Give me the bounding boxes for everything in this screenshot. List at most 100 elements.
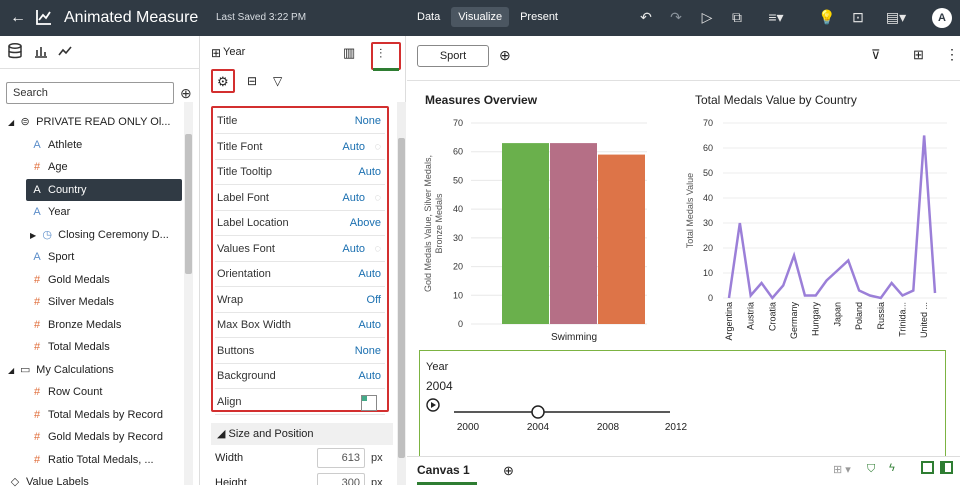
axis-tab-icon[interactable]: ⊟	[247, 74, 257, 88]
property-value[interactable]: None	[355, 108, 381, 134]
property-row[interactable]: Title Font Auto ◌	[215, 134, 385, 160]
property-value[interactable]: Auto	[358, 312, 381, 338]
property-row[interactable]: Max Box Width Auto	[215, 312, 385, 338]
width-input[interactable]: 613	[317, 448, 365, 468]
property-row[interactable]: Wrap Off	[215, 287, 385, 313]
year-slider[interactable]: 2000 2004 2008 2012	[420, 393, 720, 433]
tree-item[interactable]: ▶ ◷ Closing Ceremony D...	[0, 224, 182, 246]
property-value[interactable]: Auto	[358, 363, 381, 389]
panel-left-icon[interactable]	[921, 461, 934, 474]
property-value[interactable]: Auto	[358, 261, 381, 287]
chart-title-measures: Measures Overview	[425, 93, 538, 107]
y-tick-label: 70	[453, 118, 463, 128]
tree-item[interactable]: A Year	[0, 201, 182, 223]
mode-present-tab[interactable]: Present	[513, 7, 565, 27]
more-options-icon[interactable]: ⋮	[945, 46, 959, 63]
property-row[interactable]: Orientation Auto	[215, 261, 385, 287]
tree-item[interactable]: ◢ ▭ My Calculations	[0, 359, 182, 381]
font-reset-icon[interactable]: ◌	[374, 134, 381, 160]
canvas-layout-icon[interactable]: ⊞ ▾	[833, 463, 851, 476]
menu-icon[interactable]: ≡▾	[762, 9, 790, 25]
lightning-icon[interactable]: ϟ	[889, 462, 895, 474]
canvas-tab[interactable]: Canvas 1	[417, 463, 477, 485]
tree-item-label: Value Labels	[26, 476, 89, 488]
tree-item[interactable]: # Gold Medals by Record	[0, 426, 182, 448]
user-avatar[interactable]: A	[932, 8, 952, 28]
expander-icon[interactable]: ◢	[8, 366, 14, 375]
properties-sliders-icon[interactable]: ⫶	[379, 46, 382, 62]
align-grid-icon[interactable]	[361, 394, 377, 411]
height-input[interactable]: 300	[317, 473, 365, 485]
y-tick-label: 40	[453, 204, 463, 214]
property-row[interactable]: Align	[215, 389, 385, 415]
tree-item[interactable]: ◢ ⊜ PRIVATE READ ONLY Ol...	[0, 111, 182, 133]
back-arrow-icon[interactable]: ←	[10, 9, 26, 27]
property-row[interactable]: Values Font Auto ◌	[215, 236, 385, 262]
size-position-section[interactable]: ◢ Size and Position	[211, 423, 393, 445]
mode-data-tab[interactable]: Data	[410, 7, 447, 27]
measures-bar-chart[interactable]: 0 10 20 30 40 50 60 70 Swimming Sport Gold Medals …	[407, 108, 677, 348]
add-data-icon[interactable]: ⊕	[180, 85, 192, 102]
property-value[interactable]: Auto	[342, 236, 365, 262]
tree-item[interactable]: # Age	[0, 156, 182, 178]
y-axis-label: Gold Medals Value, Silver Medals,Bronze …	[423, 155, 444, 292]
preview-icon[interactable]: ⧉	[729, 9, 745, 25]
tree-item[interactable]: # Total Medals by Record	[0, 404, 182, 426]
tree-item[interactable]: # Silver Medals	[0, 291, 182, 313]
property-value[interactable]: None	[355, 338, 381, 364]
property-row[interactable]: Buttons None	[215, 338, 385, 364]
property-row[interactable]: Label Font Auto ◌	[215, 185, 385, 211]
add-canvas-icon[interactable]: ⊕	[503, 463, 514, 479]
save-icon[interactable]: ▤▾	[882, 9, 910, 25]
add-filter-icon[interactable]: ⊕	[499, 47, 511, 64]
sport-filter-pill[interactable]: Sport	[417, 45, 489, 67]
tree-item-label: PRIVATE READ ONLY Ol...	[36, 116, 171, 128]
property-row[interactable]: Title Tooltip Auto	[215, 159, 385, 185]
expander-icon[interactable]: ▶	[30, 231, 36, 240]
font-reset-icon[interactable]: ◌	[374, 236, 381, 262]
tree-item[interactable]: # Gold Medals	[0, 269, 182, 291]
mode-visualize-tab[interactable]: Visualize	[451, 7, 510, 27]
filter-tab-icon[interactable]: ▽	[273, 74, 282, 88]
country-line-chart[interactable]: 0 10 20 30 40 50 60 70 Argentina Austria Croatia Ge…	[677, 108, 957, 348]
tree-item[interactable]: A Country	[26, 178, 182, 201]
property-value[interactable]: Off	[367, 287, 381, 313]
panel-right-icon[interactable]	[940, 461, 953, 474]
left-scrollbar[interactable]	[184, 102, 193, 485]
property-row[interactable]: Label Location Above	[215, 210, 385, 236]
font-reset-icon[interactable]: ◌	[374, 185, 381, 211]
property-value[interactable]: Above	[350, 210, 381, 236]
grammar-panel-icon[interactable]: ▥	[343, 45, 355, 61]
search-input[interactable]: Search	[6, 82, 174, 104]
auto-apply-icon[interactable]: ⊞	[913, 47, 924, 63]
canvas-filter-icon[interactable]: ⛉	[867, 463, 875, 476]
property-value[interactable]: Auto	[342, 134, 365, 160]
property-label: Label Font	[217, 191, 269, 204]
property-value[interactable]: Auto	[358, 159, 381, 185]
expander-icon[interactable]: ◢	[8, 118, 14, 127]
property-label: Max Box Width	[217, 319, 291, 331]
tree-item[interactable]: A Athlete	[0, 134, 182, 156]
slider-tick: 2008	[597, 422, 620, 433]
tree-item[interactable]: # Bronze Medals	[0, 314, 182, 336]
property-label: Title	[217, 115, 238, 127]
database-icon[interactable]	[6, 42, 24, 60]
property-row[interactable]: Title None	[215, 108, 385, 134]
tree-item[interactable]: # Total Medals	[0, 336, 182, 358]
lightbulb-icon[interactable]: 💡	[818, 9, 835, 25]
gear-icon[interactable]: ⚙	[217, 74, 229, 90]
play-icon[interactable]: ▷	[699, 9, 715, 25]
analytics-icon[interactable]	[56, 42, 74, 60]
filter-toggle-icon[interactable]: ⊽	[871, 47, 881, 63]
undo-icon[interactable]: ↶	[638, 9, 654, 25]
redo-icon[interactable]: ↷	[668, 9, 684, 25]
properties-scrollbar[interactable]	[397, 102, 406, 485]
property-row[interactable]: Background Auto	[215, 363, 385, 389]
export-icon[interactable]: ⊡	[850, 9, 866, 25]
tree-item[interactable]: ◇ Value Labels	[0, 471, 182, 493]
tree-item[interactable]: # Ratio Total Medals, ...	[0, 449, 182, 471]
bar-chart-icon[interactable]	[32, 42, 50, 60]
tree-item[interactable]: A Sport	[0, 246, 182, 268]
tree-item[interactable]: # Row Count	[0, 381, 182, 403]
property-value[interactable]: Auto	[342, 185, 365, 211]
